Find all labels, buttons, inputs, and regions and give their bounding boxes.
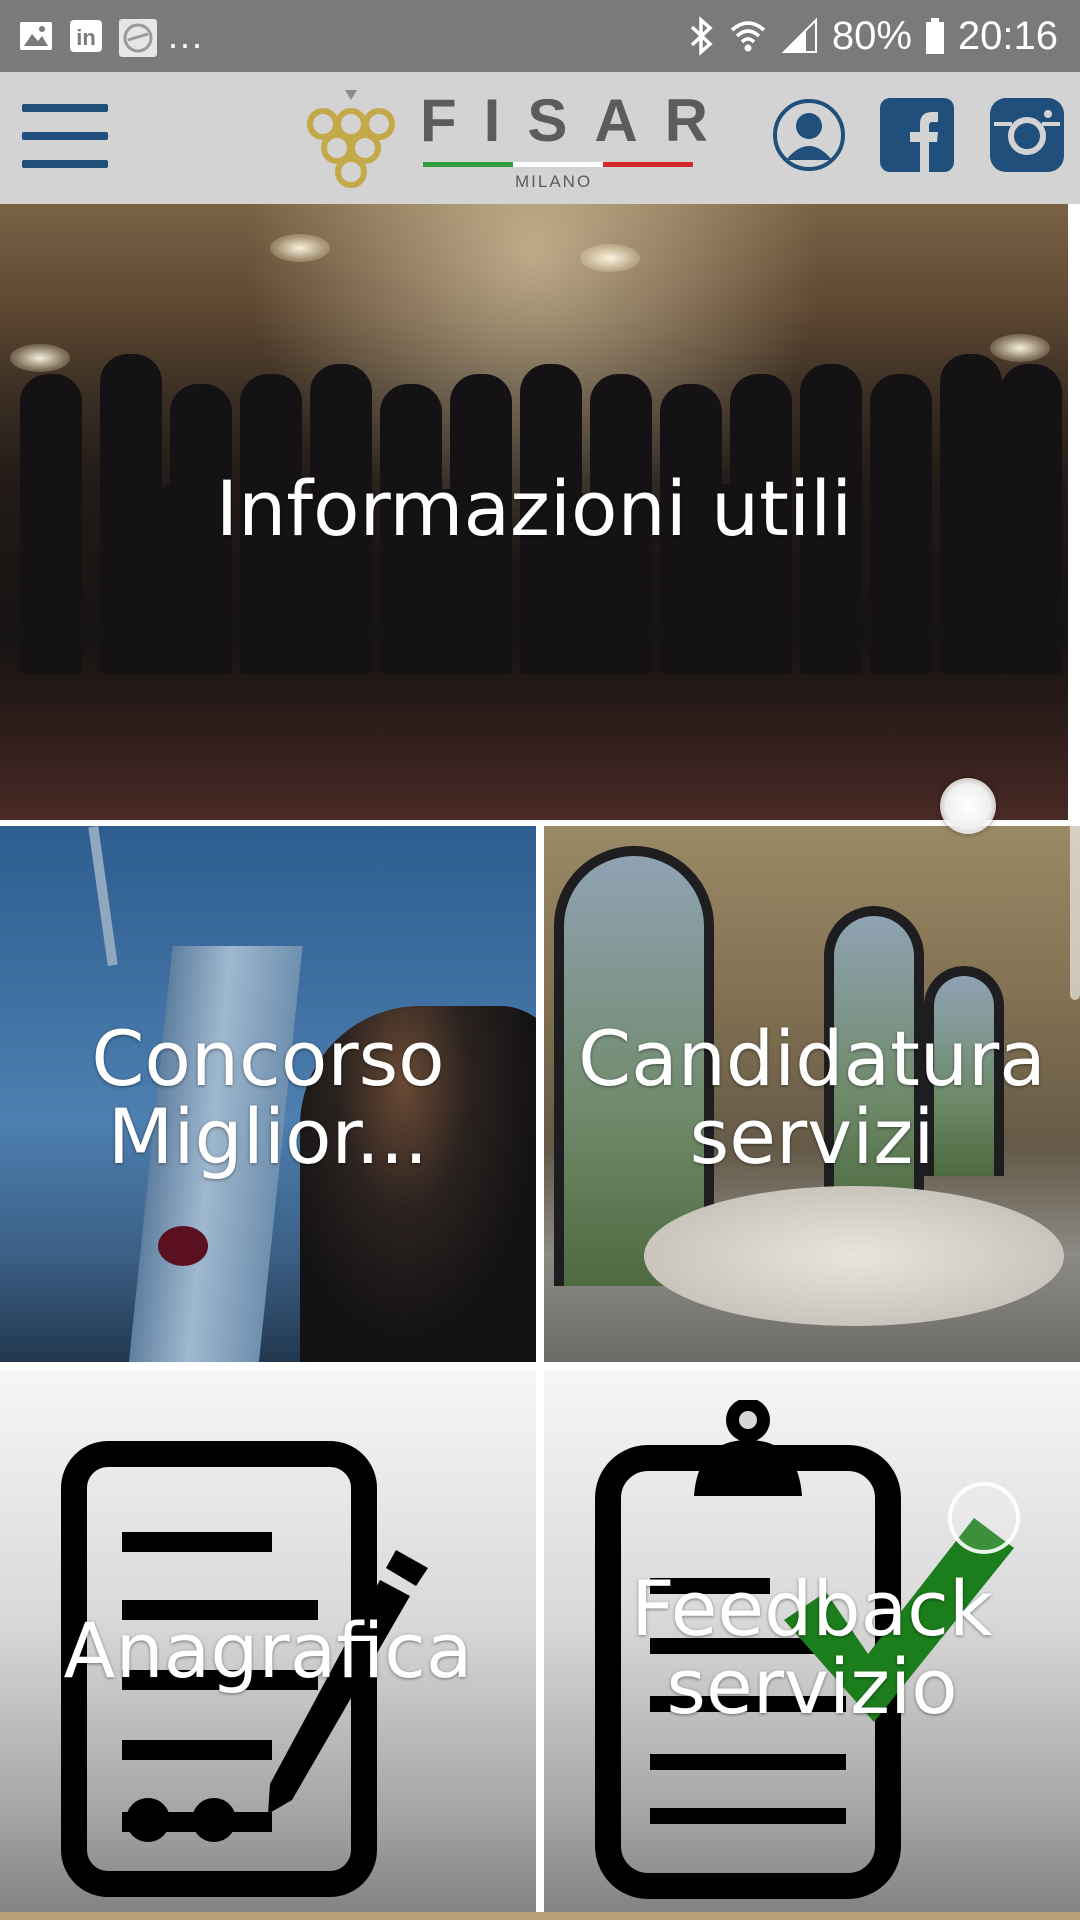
tile-label-line2: Miglior... [107, 1092, 429, 1181]
tile-label-line1: Feedback [631, 1564, 993, 1653]
wine-glass [158, 1226, 208, 1266]
battery-percent: 80% [831, 13, 912, 58]
tile-label-line2: servizi [689, 1092, 935, 1181]
tile-label-line1: Concorso [91, 1014, 445, 1103]
spire [88, 826, 118, 967]
tile-label: Informazioni utili [215, 464, 853, 553]
signal-icon [780, 16, 820, 56]
linkedin-icon: in [68, 18, 104, 54]
tile-anagrafica[interactable]: Anagrafica [0, 1370, 536, 1920]
tile-candidatura-servizi[interactable]: Candidatura servizi [544, 826, 1080, 1362]
logo-subtitle: MILANO [515, 172, 593, 191]
profile-icon[interactable] [772, 98, 846, 172]
dining-table [644, 1186, 1064, 1326]
italian-flag-stripe [423, 162, 693, 167]
hamburger-menu-button[interactable] [22, 104, 108, 172]
image-icon [18, 18, 54, 54]
clock: 20:16 [957, 13, 1058, 58]
overflow-dots: ... [168, 15, 205, 56]
logo-brand: FISAR [420, 87, 735, 154]
tile-label-line1: Candidatura [578, 1014, 1046, 1103]
notification-icons: in ... [18, 14, 204, 58]
battery-icon [924, 16, 946, 56]
touch-indicator [948, 1482, 1020, 1554]
touch-indicator [940, 778, 996, 834]
wifi-icon [728, 16, 768, 56]
system-icons: 80% 20:16 [688, 10, 1058, 62]
grapes-icon [305, 90, 397, 199]
tile-label-line2: servizio [666, 1642, 958, 1731]
tile-feedback-servizio[interactable]: Feedback servizio [544, 1370, 1080, 1920]
tile-informazioni-utili[interactable]: Informazioni utili [0, 204, 1068, 820]
scrollbar[interactable] [1070, 700, 1080, 1000]
next-row-peek [0, 1912, 1080, 1920]
app-thumbnail-icon [118, 18, 157, 57]
facebook-icon[interactable] [880, 98, 954, 172]
chandelier-light [580, 244, 640, 272]
svg-text:in: in [76, 25, 96, 50]
app-header: FISAR MILANO [0, 72, 1080, 204]
status-bar: in ... 80% 20:16 [0, 0, 1080, 72]
bluetooth-icon [688, 16, 716, 56]
instagram-icon[interactable] [990, 98, 1064, 172]
chandelier-light [270, 234, 330, 262]
tile-label: Anagrafica [63, 1606, 473, 1695]
tile-concorso-miglior[interactable]: Concorso Miglior... [0, 826, 536, 1362]
fisar-logo[interactable]: FISAR MILANO [305, 86, 708, 199]
